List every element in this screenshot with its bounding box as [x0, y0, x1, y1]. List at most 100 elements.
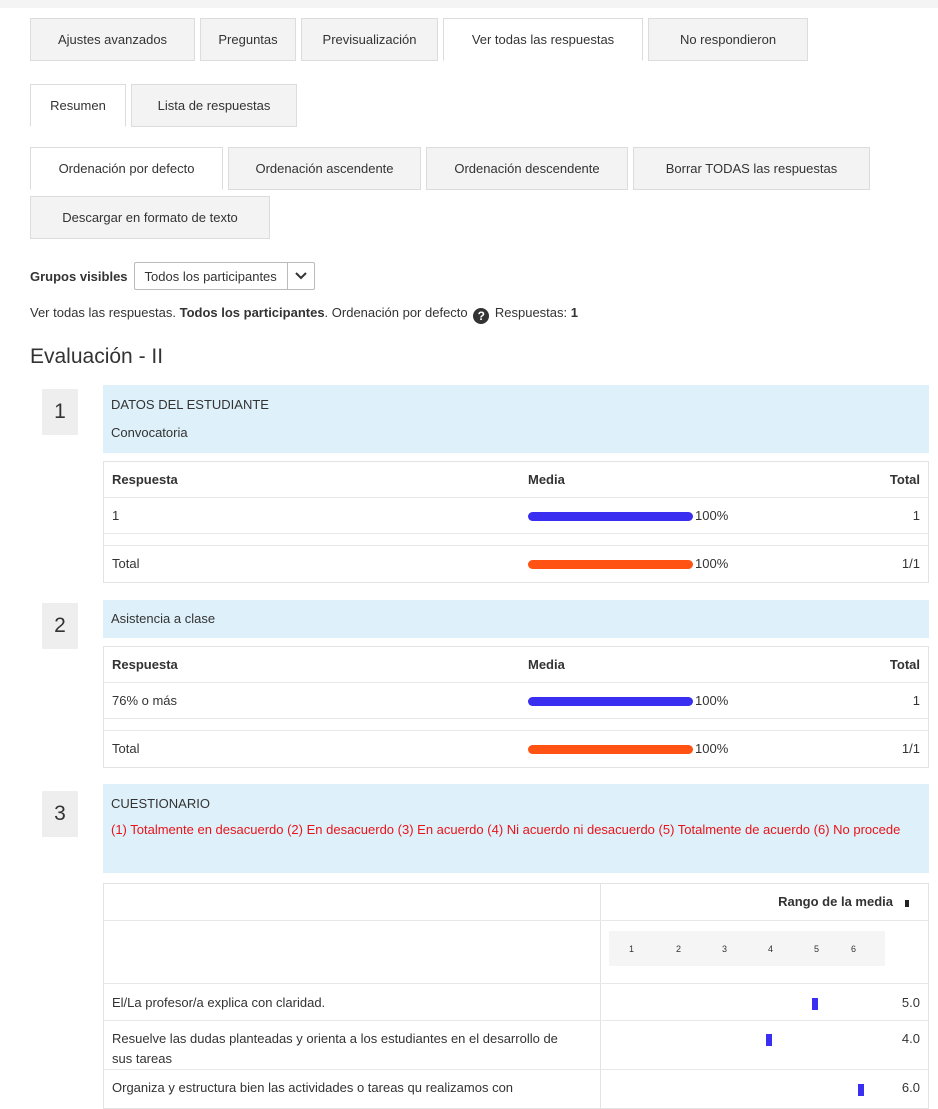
question-number-1: 1: [42, 389, 78, 435]
answer-bar: 100%: [528, 683, 728, 719]
mean-marker: [811, 998, 818, 1010]
mean-marker: [765, 1034, 772, 1046]
tab-preview[interactable]: Previsualización: [301, 18, 438, 61]
percent-bar: [528, 511, 693, 521]
view-tabs: Resumen Lista de respuestas: [30, 84, 302, 127]
spacer-row: [104, 534, 928, 546]
info-group: Todos los participantes: [179, 305, 325, 320]
total-label: Total: [112, 556, 140, 571]
info-order: . Ordenación por defecto: [324, 305, 468, 320]
question-header-3: CUESTIONARIO (1) Totalmente en desacuerd…: [103, 784, 929, 873]
tab-response-list[interactable]: Lista de respuestas: [131, 84, 297, 127]
table-row: 76% o más 100% 1: [104, 683, 928, 719]
order-tabs: Ordenación por defecto Ordenación ascend…: [30, 147, 875, 190]
question-text: Asistencia a clase: [111, 611, 216, 626]
percent-bar: [528, 744, 693, 754]
question-header-2: Asistencia a clase: [103, 600, 929, 638]
question-section: DATOS DEL ESTUDIANTE: [111, 397, 269, 412]
scale-tick: 2: [676, 944, 682, 954]
answer-total: 1: [912, 693, 920, 708]
scale-tick: 3: [722, 944, 728, 954]
percent-label: 100%: [695, 508, 729, 523]
scale-legend: (1) Totalmente en desacuerdo (2) En desa…: [111, 822, 901, 837]
percent-bar: [528, 696, 693, 706]
table-total-row: Total 100% 1/1: [104, 546, 928, 582]
chevron-down-icon[interactable]: [286, 263, 314, 289]
item-text: Resuelve las dudas planteadas y orienta …: [112, 1031, 558, 1066]
sort-icon[interactable]: [905, 900, 909, 907]
survey-title: Evaluación - II: [30, 345, 164, 368]
question-header-1: DATOS DEL ESTUDIANTE Convocatoria: [103, 385, 929, 453]
scale-tick: 5: [814, 944, 820, 954]
table-header-row: Respuesta Media Total: [104, 647, 928, 683]
question-text: Convocatoria: [111, 425, 188, 440]
header-total: Total: [889, 472, 920, 487]
total-bar: 100%: [528, 731, 728, 767]
item-text: Organiza y estructura bien las actividad…: [112, 1080, 514, 1095]
header-mean: Media: [528, 657, 565, 672]
main-tabs: Ajustes avanzados Preguntas Previsualiza…: [30, 18, 813, 61]
scale-tick: 6: [851, 944, 857, 954]
total-value: 1/1: [901, 556, 920, 571]
tab-view-all-responses[interactable]: Ver todas las respuestas: [443, 18, 643, 61]
response-table-1: Respuesta Media Total 1 100% 1 Total 100…: [103, 461, 929, 583]
table-total-row: Total 100% 1/1: [104, 731, 928, 767]
total-value: 1/1: [901, 741, 920, 756]
responses-info: Ver todas las respuestas. Todos los part…: [30, 305, 578, 324]
tab-descending-order[interactable]: Ordenación descendente: [426, 147, 628, 190]
top-strip: [0, 0, 938, 8]
mean-range-table: Rango de la media 1 2 3 4 5 6 El/La prof…: [103, 883, 929, 1109]
tab-ascending-order[interactable]: Ordenación ascendente: [228, 147, 421, 190]
info-responses-label: Respuestas:: [491, 305, 571, 320]
scale-axis: 1 2 3 4 5 6: [609, 931, 885, 966]
percent-label: 100%: [695, 556, 729, 571]
item-mean: 5.0: [901, 995, 920, 1010]
table-header-row: Respuesta Media Total: [104, 462, 928, 498]
header-response: Respuesta: [112, 472, 178, 487]
response-table-2: Respuesta Media Total 76% o más 100% 1 T…: [103, 646, 929, 768]
tab-advanced-settings[interactable]: Ajustes avanzados: [30, 18, 195, 61]
question-number-3: 3: [42, 791, 78, 837]
scale-tick: 4: [768, 944, 774, 954]
item-mean: 4.0: [901, 1031, 920, 1046]
scale-row: 1 2 3 4 5 6: [104, 921, 928, 984]
header-mean: Media: [528, 472, 565, 487]
percent-label: 100%: [695, 693, 729, 708]
tab-default-order[interactable]: Ordenación por defecto: [30, 147, 223, 190]
scale-tick: 1: [629, 944, 635, 954]
tab-not-responded[interactable]: No respondieron: [648, 18, 808, 61]
percent-label: 100%: [695, 741, 729, 756]
answer-value: 1: [112, 508, 120, 523]
mean-marker: [858, 1084, 864, 1096]
tab-questions[interactable]: Preguntas: [200, 18, 296, 61]
table-row: El/La profesor/a explica con claridad. 5…: [104, 984, 928, 1021]
groups-label: Grupos visibles: [30, 268, 128, 284]
question-section: CUESTIONARIO: [111, 796, 210, 811]
spacer-row: [104, 719, 928, 731]
help-icon[interactable]: ?: [473, 308, 490, 324]
total-label: Total: [112, 741, 140, 756]
tab-download-text[interactable]: Descargar en formato de texto: [30, 196, 270, 239]
range-header-label: Rango de la media: [778, 894, 893, 909]
table-row: Resuelve las dudas planteadas y orienta …: [104, 1021, 928, 1070]
header-response: Respuesta: [112, 657, 178, 672]
download-tabs: Descargar en formato de texto: [30, 196, 275, 239]
groups-select[interactable]: Todos los participantes: [133, 262, 315, 290]
range-header[interactable]: Rango de la media: [778, 894, 909, 909]
answer-total: 1: [912, 508, 920, 523]
visible-groups: Grupos visibles Todos los participantes: [30, 262, 315, 290]
groups-select-value: Todos los participantes: [144, 268, 277, 284]
total-bar: 100%: [528, 546, 728, 582]
table-header-row: Rango de la media: [104, 884, 928, 921]
item-text: El/La profesor/a explica con claridad.: [112, 995, 326, 1010]
header-total: Total: [889, 657, 920, 672]
table-row: 1 100% 1: [104, 498, 928, 534]
table-row: Organiza y estructura bien las actividad…: [104, 1070, 928, 1108]
tab-delete-all-responses[interactable]: Borrar TODAS las respuestas: [633, 147, 870, 190]
answer-value: 76% o más: [112, 693, 178, 708]
info-prefix: Ver todas las respuestas.: [30, 305, 180, 320]
tab-summary[interactable]: Resumen: [30, 84, 126, 127]
item-mean: 6.0: [901, 1080, 920, 1095]
percent-bar: [528, 559, 693, 569]
info-responses-count: 1: [570, 305, 578, 320]
